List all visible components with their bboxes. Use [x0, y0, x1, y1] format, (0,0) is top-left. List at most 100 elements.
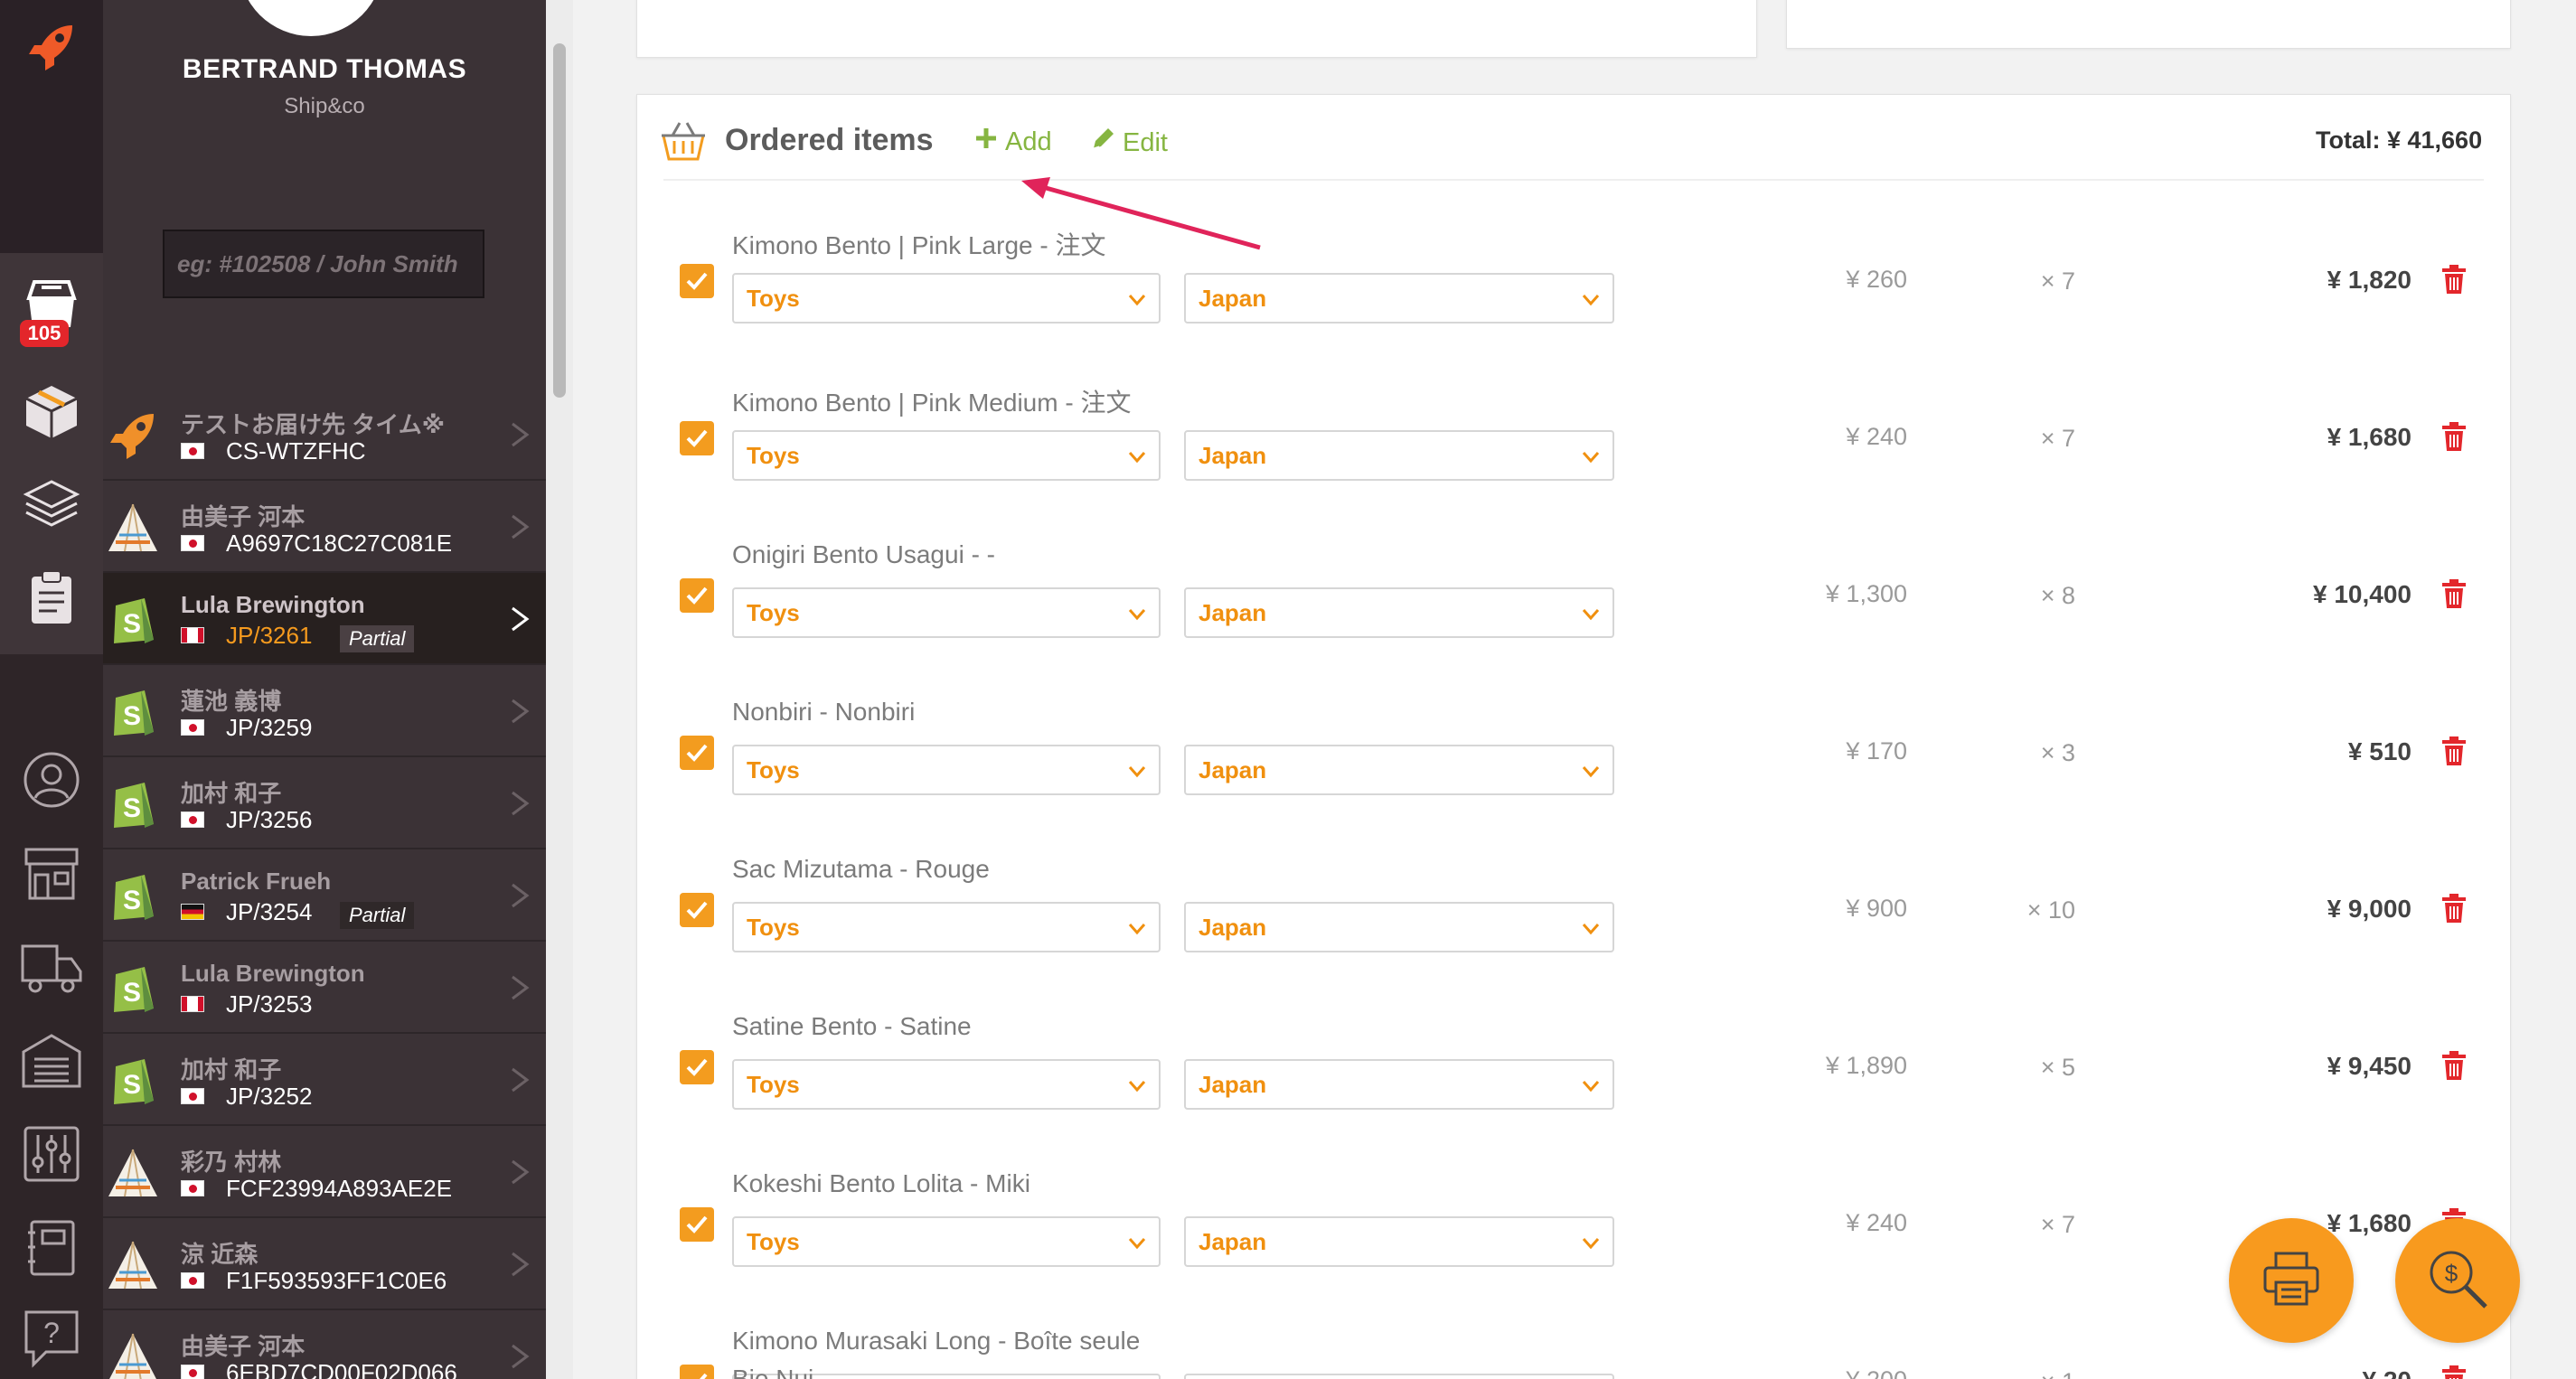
item-checkbox[interactable] [680, 1050, 714, 1084]
store-icon[interactable] [18, 840, 85, 907]
origin-country-select[interactable]: Japan [1184, 745, 1614, 795]
address-book-icon[interactable] [18, 1215, 85, 1281]
status-badge: Partial [340, 902, 415, 929]
origin-country-select[interactable]: Japan [1184, 902, 1614, 952]
item-checkbox[interactable] [680, 421, 714, 455]
order-id: F1F593593FF1C0E6 [226, 1267, 447, 1294]
trash-icon [2442, 422, 2466, 451]
country-value: Japan [1199, 598, 1267, 626]
chevron-right-icon [510, 1343, 530, 1370]
order-list-item[interactable]: 由美子 河本 6EBD7CD00F02D066 [103, 1310, 546, 1379]
item-checkbox[interactable] [680, 578, 714, 613]
category-select[interactable]: Toys [732, 587, 1161, 638]
search-price-icon: $ [2426, 1247, 2489, 1315]
item-name: Bio Nui... [732, 1365, 835, 1379]
origin-country-select[interactable]: Japan [1184, 587, 1614, 638]
unit-price: ¥ 240 [1846, 1209, 1907, 1236]
delete-item-button[interactable] [2440, 1050, 2468, 1081]
warehouse-icon[interactable] [18, 1027, 85, 1093]
chevron-down-icon [1128, 1228, 1146, 1256]
chevron-down-icon [1128, 442, 1146, 470]
chevron-right-icon [510, 513, 530, 540]
chevron-down-icon [1582, 599, 1600, 627]
order-list-item[interactable]: S 加村 和子 JP/3252 [103, 1034, 546, 1126]
delete-item-button[interactable] [2440, 893, 2468, 924]
chevron-right-icon [510, 1251, 530, 1278]
delete-item-button[interactable] [2440, 264, 2468, 295]
unit-price: ¥ 900 [1846, 895, 1907, 922]
package-icon[interactable] [18, 378, 85, 445]
chevron-right-icon [510, 882, 530, 909]
category-select[interactable]: Toys [732, 902, 1161, 952]
origin-country-select[interactable]: Japan [1184, 430, 1614, 481]
category-value: Toys [747, 913, 800, 941]
country-value: Japan [1199, 1070, 1267, 1098]
unit-price: ¥ 260 [1846, 266, 1907, 293]
checkmark-icon [686, 586, 708, 605]
delete-item-button[interactable] [2440, 421, 2468, 452]
item-quantity: × 3 [2040, 739, 2075, 766]
svg-text:S: S [123, 1070, 141, 1100]
tipi-icon [105, 1144, 161, 1200]
shopify-icon: S [105, 591, 161, 647]
origin-country-select[interactable]: Japan [1184, 1059, 1614, 1110]
item-checkbox[interactable] [680, 893, 714, 927]
delete-item-button[interactable] [2440, 736, 2468, 766]
category-select[interactable]: Toys [732, 430, 1161, 481]
country-flag-icon [181, 719, 204, 736]
order-search-input[interactable] [163, 230, 484, 298]
order-id: A9697C18C27C081E [226, 530, 453, 557]
chevron-down-icon [1128, 914, 1146, 942]
origin-country-select[interactable]: Japan [1184, 1374, 1614, 1379]
order-list-item[interactable]: 彩乃 村林 FCF23994A893AE2E [103, 1126, 546, 1218]
order-list-item[interactable]: S Lula Brewington JP/3253 [103, 942, 546, 1034]
trash-icon [2442, 736, 2466, 765]
unit-price: ¥ 240 [1846, 423, 1907, 450]
chevron-down-icon [1128, 599, 1146, 627]
order-list-item[interactable]: テストお届け先 タイム※ CS-WTZFHC [103, 389, 546, 481]
chevron-right-icon [510, 605, 530, 633]
origin-country-select[interactable]: Japan [1184, 273, 1614, 324]
order-list-item[interactable]: S Patrick Frueh JP/3254 Partial [103, 849, 546, 942]
category-value: Toys [747, 1070, 800, 1098]
order-recipient-name: 由美子 河本 [181, 503, 306, 530]
item-checkbox[interactable] [680, 264, 714, 298]
checkmark-icon [686, 1058, 708, 1076]
clipboard-icon[interactable] [18, 564, 85, 631]
shopify-icon: S [105, 1052, 161, 1108]
print-button[interactable] [2229, 1218, 2354, 1343]
checkmark-icon [686, 744, 708, 762]
item-checkbox[interactable] [680, 736, 714, 770]
category-select[interactable]: Toys [732, 745, 1161, 795]
item-checkbox[interactable] [680, 1207, 714, 1242]
settings-sliders-icon[interactable] [18, 1121, 85, 1187]
order-list-item[interactable]: S 蓮池 義博 JP/3259 [103, 665, 546, 757]
order-list-item[interactable]: 涼 近森 F1F593593FF1C0E6 [103, 1218, 546, 1310]
item-checkbox[interactable] [680, 1365, 714, 1379]
user-profile-icon[interactable] [18, 746, 85, 813]
delete-item-button[interactable] [2440, 578, 2468, 609]
shipping-rates-button[interactable]: $ [2395, 1218, 2520, 1343]
delivery-truck-icon[interactable] [18, 934, 85, 1001]
category-select[interactable]: Toys [732, 1059, 1161, 1110]
category-select[interactable]: Toys [732, 1216, 1161, 1267]
tipi-icon [105, 499, 161, 555]
order-list-item[interactable]: 由美子 河本 A9697C18C27C081E [103, 481, 546, 573]
delete-item-button[interactable] [2440, 1365, 2468, 1379]
sidebar-scrollbar[interactable] [546, 0, 573, 1379]
order-list-item[interactable]: S Lula Brewington JP/3261 Partial [103, 573, 546, 665]
chevron-right-icon [510, 1066, 530, 1093]
origin-country-select[interactable]: Japan [1184, 1216, 1614, 1267]
order-list-item[interactable]: S 加村 和子 JP/3256 [103, 757, 546, 849]
help-icon[interactable]: ? [18, 1305, 85, 1372]
order-id: JP/3259 [226, 714, 313, 741]
order-id: JP/3252 [226, 1083, 313, 1110]
category-select[interactable]: Toys [732, 273, 1161, 324]
order-recipient-name: 加村 和子 [181, 780, 282, 807]
layers-icon[interactable] [18, 472, 85, 539]
country-value: Japan [1199, 755, 1267, 783]
country-flag-icon [181, 904, 204, 920]
chevron-down-icon [1582, 1071, 1600, 1099]
header-divider [663, 179, 2484, 181]
svg-text:S: S [123, 886, 141, 915]
